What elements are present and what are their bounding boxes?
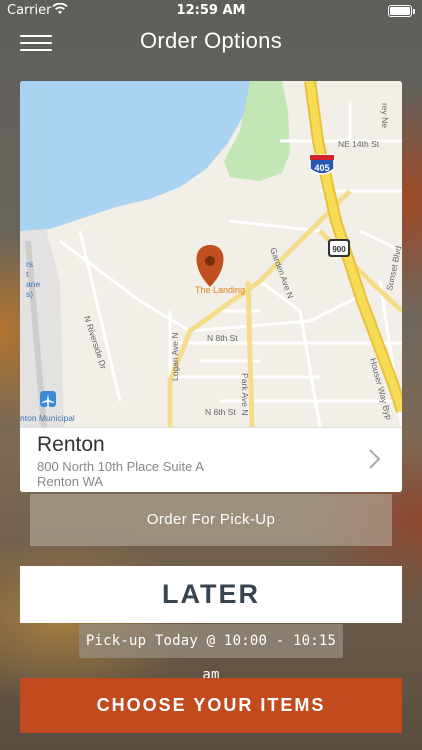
pickup-time-selector[interactable]: Pick-up Today @ 10:00 - 10:15 am bbox=[79, 624, 343, 683]
svg-text:405: 405 bbox=[314, 163, 329, 173]
map-label-left4: s) bbox=[26, 289, 33, 299]
clock: 12:59 AM bbox=[176, 3, 246, 18]
later-button[interactable]: LATER bbox=[20, 566, 402, 623]
order-pickup-button[interactable]: Order For Pick-Up bbox=[30, 494, 392, 546]
map-label-airport: nton Municipal bbox=[20, 413, 75, 423]
i405-shield-icon: 405 bbox=[309, 154, 335, 175]
route900-shield-icon: 900 bbox=[328, 239, 350, 257]
nav-bar: Order Options bbox=[0, 22, 422, 66]
airport-icon bbox=[40, 391, 56, 407]
page-title: Order Options bbox=[139, 28, 283, 53]
map-label-ne14th: NE 14th St bbox=[338, 139, 380, 149]
map-label-parkave: Park Ave N bbox=[240, 373, 250, 415]
map-label-left1: rs bbox=[26, 259, 33, 269]
location-address-line2: Renton WA bbox=[37, 474, 103, 489]
location-name: Renton bbox=[37, 433, 105, 456]
map-label-logan: Logan Ave N bbox=[170, 332, 180, 381]
map-label-n8th: N 8th St bbox=[207, 333, 238, 343]
map-label-place: The Landing bbox=[195, 285, 245, 295]
location-address-line1: 800 North 10th Place Suite A bbox=[37, 459, 204, 474]
status-bar: Carrier 12:59 AM bbox=[0, 0, 422, 22]
map-label-n6th: N 6th St bbox=[205, 407, 236, 417]
chevron-right-icon bbox=[369, 449, 381, 469]
location-card: 405 900 NE 14th St rey Ne Garden Ave N N… bbox=[20, 81, 402, 492]
map-label-reyne: rey Ne bbox=[380, 103, 390, 128]
svg-text:900: 900 bbox=[332, 245, 346, 254]
battery-icon bbox=[388, 5, 415, 17]
map-view[interactable]: 405 900 NE 14th St rey Ne Garden Ave N N… bbox=[20, 81, 402, 427]
location-row[interactable]: Renton 800 North 10th Place Suite A Rent… bbox=[20, 427, 402, 492]
choose-items-button[interactable]: CHOOSE YOUR ITEMS bbox=[20, 678, 402, 733]
map-label-left3: ane bbox=[26, 279, 40, 289]
